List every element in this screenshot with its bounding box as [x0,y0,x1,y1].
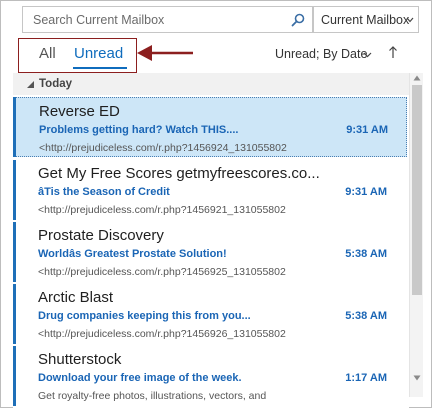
message-subject: Worldâs Greatest Prostate Solution! [38,248,227,260]
group-header-today[interactable]: Today [13,73,409,95]
unread-indicator [13,160,16,220]
message-item[interactable]: Reverse ED Problems getting hard? Watch … [13,97,407,157]
message-preview: <http://prejudiceless.com/r.php?1456926_… [38,328,286,340]
vertical-scrollbar[interactable] [409,73,423,397]
search-placeholder: Search Current Mailbox [33,13,165,27]
message-preview: Get royalty-free photos, illustrations, … [38,390,267,402]
search-input[interactable]: Search Current Mailbox [22,6,313,33]
message-time: 1:17 AM [345,372,387,384]
message-preview: <http://prejudiceless.com/r.php?1456925_… [38,266,286,278]
scroll-down-icon[interactable] [413,375,421,381]
message-list: Today Reverse ED Problems getting hard? … [13,73,409,408]
unread-indicator [13,346,16,406]
scroll-up-icon[interactable] [413,75,421,81]
collapse-triangle-icon [27,81,34,88]
mail-pane: Search Current Mailbox Current Mailbox A… [0,0,432,408]
message-item[interactable]: Prostate Discovery Worldâs Greatest Pros… [13,222,407,282]
message-subject: âTis the Season of Credit [38,186,170,198]
chevron-down-icon [406,17,414,23]
mailbox-scope-dropdown[interactable]: Current Mailbox [313,6,419,33]
scrollbar-thumb[interactable] [412,85,422,295]
message-time: 5:38 AM [345,248,387,260]
unread-indicator [13,284,16,344]
unread-indicator [13,97,16,157]
annotation-arrow-icon [137,45,193,61]
message-sender: Prostate Discovery [38,227,164,244]
unread-indicator [13,222,16,282]
chevron-down-icon[interactable] [363,52,372,58]
group-label: Today [39,78,73,90]
message-preview: <http://prejudiceless.com/r.php?1456924_… [39,142,287,154]
annotation-highlight-box [18,38,137,73]
message-subject: Drug companies keeping this from you... [38,310,251,322]
message-item[interactable]: Get My Free Scores getmyfreescores.co...… [13,160,407,220]
message-item[interactable]: Arctic Blast Drug companies keeping this… [13,284,407,344]
message-sender: Reverse ED [39,103,120,120]
search-button[interactable] [283,6,313,33]
message-sender: Shutterstock [38,351,122,368]
message-time: 9:31 AM [346,124,388,136]
message-sender: Get My Free Scores getmyfreescores.co... [38,165,320,182]
message-item[interactable]: Shutterstock Download your free image of… [13,346,407,406]
message-subject: Download your free image of the week. [38,372,242,384]
sort-dropdown[interactable]: Unread; By Date [275,47,367,61]
sort-direction-icon[interactable] [388,45,398,59]
message-sender: Arctic Blast [38,289,114,306]
mailbox-scope-label: Current Mailbox [321,13,410,27]
message-preview: <http://prejudiceless.com/r.php?1456921_… [38,204,286,216]
message-time: 5:38 AM [345,310,387,322]
message-subject: Problems getting hard? Watch THIS.... [39,124,239,136]
message-time: 9:31 AM [345,186,387,198]
search-icon [291,13,305,26]
